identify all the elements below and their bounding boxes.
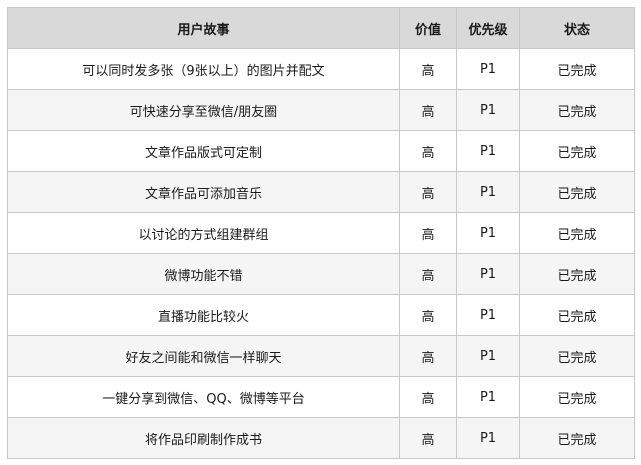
cell-status: 已完成 — [519, 171, 635, 213]
cell-user-story: 文章作品可添加音乐 — [7, 171, 400, 213]
table-row: 直播功能比较火 高 P1 已完成 — [7, 294, 635, 336]
table-row: 微博功能不错 高 P1 已完成 — [7, 253, 635, 295]
cell-status: 已完成 — [519, 89, 635, 131]
cell-user-story: 以讨论的方式组建群组 — [7, 212, 400, 254]
cell-status: 已完成 — [519, 212, 635, 254]
table-row: 可快速分享至微信/朋友圈 高 P1 已完成 — [7, 89, 635, 131]
cell-user-story: 将作品印刷制作成书 — [7, 417, 400, 459]
header-value: 价值 — [399, 7, 457, 49]
cell-status: 已完成 — [519, 376, 635, 418]
cell-priority: P1 — [456, 253, 520, 295]
table-row: 好友之间能和微信一样聊天 高 P1 已完成 — [7, 335, 635, 377]
cell-user-story: 文章作品版式可定制 — [7, 130, 400, 172]
cell-value: 高 — [399, 130, 457, 172]
cell-priority: P1 — [456, 376, 520, 418]
cell-value: 高 — [399, 335, 457, 377]
table-header-row: 用户故事 价值 优先级 状态 — [7, 7, 635, 49]
table-row: 将作品印刷制作成书 高 P1 已完成 — [7, 417, 635, 459]
cell-value: 高 — [399, 253, 457, 295]
cell-value: 高 — [399, 294, 457, 336]
cell-priority: P1 — [456, 130, 520, 172]
cell-status: 已完成 — [519, 130, 635, 172]
cell-user-story: 可快速分享至微信/朋友圈 — [7, 89, 400, 131]
cell-priority: P1 — [456, 212, 520, 254]
cell-priority: P1 — [456, 171, 520, 213]
cell-value: 高 — [399, 89, 457, 131]
cell-user-story: 可以同时发多张（9张以上）的图片并配文 — [7, 48, 400, 90]
user-story-table-container: 用户故事 价值 优先级 状态 可以同时发多张（9张以上）的图片并配文 高 P1 … — [7, 7, 635, 459]
cell-status: 已完成 — [519, 253, 635, 295]
cell-user-story: 微博功能不错 — [7, 253, 400, 295]
cell-user-story: 一键分享到微信、QQ、微博等平台 — [7, 376, 400, 418]
cell-value: 高 — [399, 171, 457, 213]
cell-status: 已完成 — [519, 294, 635, 336]
table-row: 文章作品可添加音乐 高 P1 已完成 — [7, 171, 635, 213]
cell-user-story: 直播功能比较火 — [7, 294, 400, 336]
table-row: 可以同时发多张（9张以上）的图片并配文 高 P1 已完成 — [7, 48, 635, 90]
cell-priority: P1 — [456, 294, 520, 336]
cell-status: 已完成 — [519, 417, 635, 459]
cell-value: 高 — [399, 48, 457, 90]
user-story-table: 用户故事 价值 优先级 状态 可以同时发多张（9张以上）的图片并配文 高 P1 … — [7, 7, 635, 459]
cell-user-story: 好友之间能和微信一样聊天 — [7, 335, 400, 377]
cell-status: 已完成 — [519, 48, 635, 90]
table-row: 以讨论的方式组建群组 高 P1 已完成 — [7, 212, 635, 254]
cell-priority: P1 — [456, 335, 520, 377]
cell-status: 已完成 — [519, 335, 635, 377]
header-priority: 优先级 — [456, 7, 520, 49]
cell-priority: P1 — [456, 48, 520, 90]
table-row: 一键分享到微信、QQ、微博等平台 高 P1 已完成 — [7, 376, 635, 418]
cell-value: 高 — [399, 376, 457, 418]
header-user-story: 用户故事 — [7, 7, 400, 49]
cell-priority: P1 — [456, 417, 520, 459]
table-row: 文章作品版式可定制 高 P1 已完成 — [7, 130, 635, 172]
cell-value: 高 — [399, 417, 457, 459]
header-status: 状态 — [519, 7, 635, 49]
cell-priority: P1 — [456, 89, 520, 131]
cell-value: 高 — [399, 212, 457, 254]
